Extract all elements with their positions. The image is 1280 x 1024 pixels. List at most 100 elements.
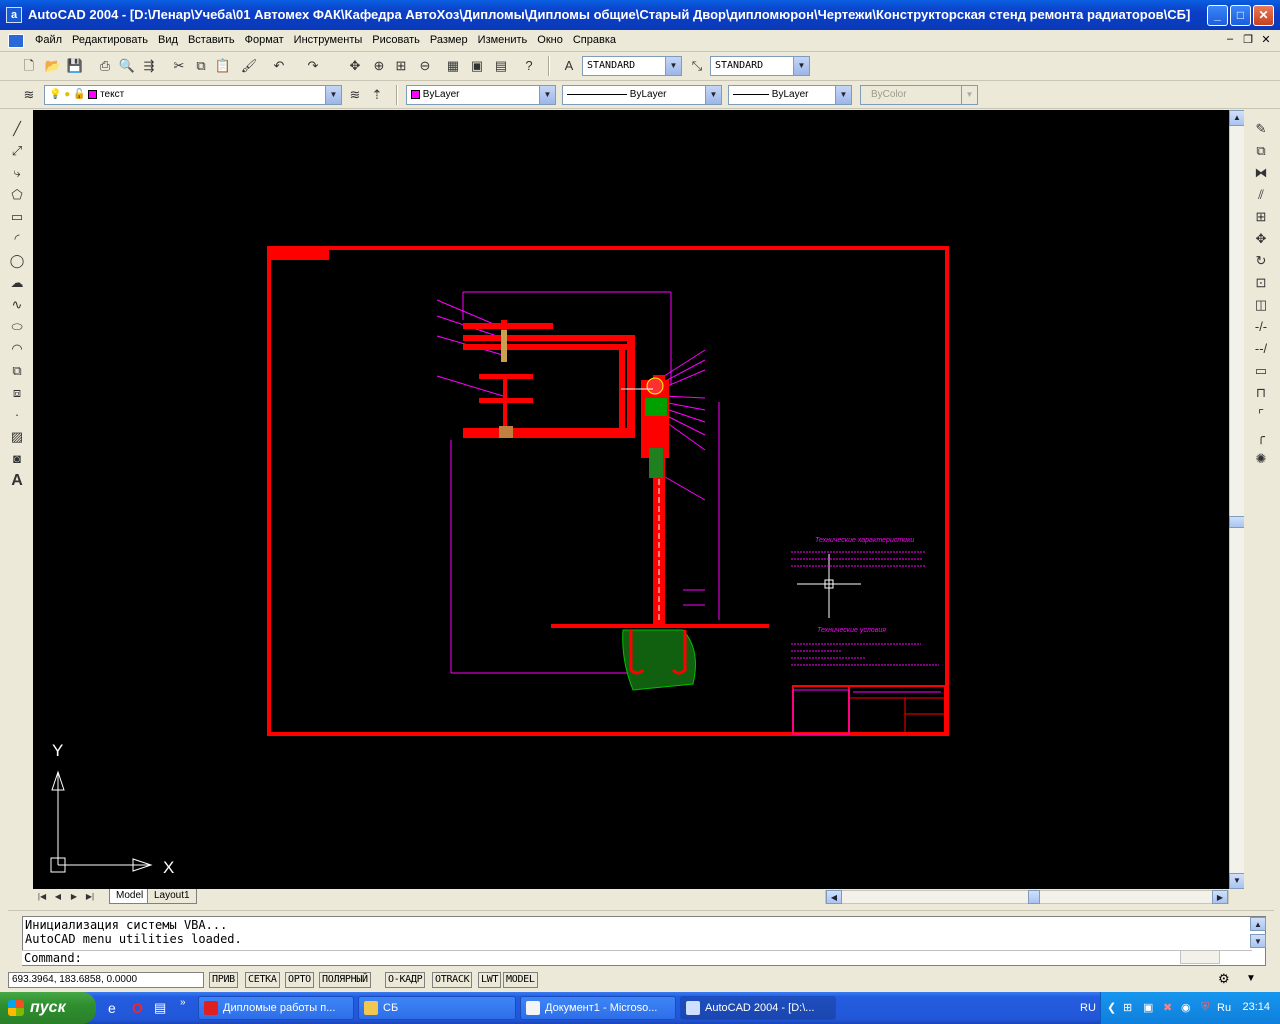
quicklaunch-doc-icon[interactable]: ▤ (154, 1000, 166, 1016)
open-icon[interactable]: 📂 (42, 55, 64, 77)
keyboard-layout-indicator[interactable]: Ru (1217, 1002, 1231, 1014)
menu-dimension[interactable]: Размер (425, 34, 473, 46)
communication-center-icon[interactable]: ⚙ (1218, 971, 1230, 987)
new-icon[interactable]: 🗋 (18, 55, 40, 77)
start-button[interactable]: пуск (0, 992, 96, 1024)
linetype-combo[interactable]: ByLayer ▼ (562, 85, 722, 105)
array-icon[interactable]: ⊞ (1250, 206, 1272, 228)
menu-view[interactable]: Вид (153, 34, 183, 46)
canvas-horizontal-scrollbar[interactable]: ◀ ▶ (825, 890, 1229, 904)
otrack-button[interactable]: OTRACK (432, 972, 473, 988)
mirror-icon[interactable]: ⧓ (1250, 162, 1272, 184)
ortho-button[interactable]: ОРТО (285, 972, 314, 988)
menu-modify[interactable]: Изменить (473, 34, 533, 46)
menu-help[interactable]: Справка (568, 34, 621, 46)
layer-previous-icon[interactable]: ⇡ (366, 84, 388, 106)
publish-icon[interactable]: ⇶ (138, 55, 160, 77)
snap-button[interactable]: ПРИВ (209, 972, 238, 988)
break-icon[interactable]: ▭ (1250, 360, 1272, 382)
preview-icon[interactable]: 🔍 (116, 55, 138, 77)
make-block-icon[interactable]: ⧈ (6, 382, 28, 404)
point-icon[interactable]: · (6, 404, 28, 426)
multiline-text-icon[interactable]: A (6, 470, 28, 492)
offset-icon[interactable]: ⫽ (1250, 184, 1272, 206)
ellipse-arc-icon[interactable]: ◠ (6, 338, 28, 360)
construction-line-icon[interactable]: ⤢ (6, 140, 28, 162)
chevron-down-icon[interactable]: ▼ (793, 57, 809, 75)
scale-icon[interactable]: ⊡ (1250, 272, 1272, 294)
doc-minimize-icon[interactable]: – (1222, 33, 1238, 45)
menu-tools[interactable]: Инструменты (289, 34, 368, 46)
erase-icon[interactable]: ✎ (1250, 118, 1272, 140)
region-icon[interactable]: ◙ (6, 448, 28, 470)
drawing-canvas[interactable]: Технические характеристики Технические у… (33, 110, 1229, 889)
spline-icon[interactable]: ∿ (6, 294, 28, 316)
menu-window[interactable]: Окно (532, 34, 568, 46)
zoom-window-icon[interactable]: ⊞ (390, 55, 412, 77)
command-scrollbar[interactable]: ▲ ▼ (1250, 917, 1266, 949)
tab-model[interactable]: Model (109, 889, 151, 904)
tool-palettes-icon[interactable]: ▤ (490, 55, 512, 77)
last-tab-icon[interactable]: ▶| (83, 889, 97, 904)
fillet-icon[interactable]: ╭ (1250, 426, 1272, 448)
hatch-icon[interactable]: ▨ (6, 426, 28, 448)
language-indicator[interactable]: RU (1080, 1002, 1096, 1014)
ie-icon[interactable]: e (108, 1000, 116, 1016)
save-icon[interactable]: 💾 (64, 55, 86, 77)
dim-style-icon[interactable]: ⤡ (686, 55, 708, 77)
polygon-icon[interactable]: ⬠ (6, 184, 28, 206)
polyline-icon[interactable]: ⤷ (6, 162, 28, 184)
rectangle-icon[interactable]: ▭ (6, 206, 28, 228)
canvas-vertical-scrollbar[interactable]: ▲ ▼ (1229, 110, 1245, 889)
zoom-previous-icon[interactable]: ⊖ (414, 55, 436, 77)
rotate-icon[interactable]: ↻ (1250, 250, 1272, 272)
lineweight-combo[interactable]: ByLayer ▼ (728, 85, 852, 105)
opera-icon[interactable]: O (132, 1000, 143, 1016)
hscroll-thumb[interactable] (1028, 890, 1040, 904)
color-combo[interactable]: ByLayer ▼ (406, 85, 556, 105)
document-icon[interactable] (8, 34, 24, 48)
layer-manager-icon[interactable]: ≋ (18, 84, 40, 106)
grid-button[interactable]: СЕТКА (245, 972, 280, 988)
tray-window-icon[interactable]: ▣ (1143, 1001, 1153, 1014)
clock[interactable]: 23:14 (1242, 1001, 1270, 1013)
command-input[interactable]: Command: (22, 950, 1252, 965)
help-icon[interactable]: ? (518, 55, 540, 77)
pan-icon[interactable]: ✥ (344, 55, 366, 77)
scroll-right-icon[interactable]: ▶ (1212, 890, 1228, 904)
chamfer-icon[interactable]: ⌜ (1250, 404, 1272, 426)
designcenter-icon[interactable]: ▣ (466, 55, 488, 77)
doc-close-icon[interactable]: ✕ (1258, 33, 1274, 46)
scroll-up-icon[interactable]: ▲ (1229, 110, 1245, 126)
tab-layout1[interactable]: Layout1 (147, 889, 197, 904)
coordinates-display[interactable]: 693.3964, 183.6858, 0.0000 (8, 972, 204, 988)
tray-network-icon[interactable]: ⊞ (1123, 1001, 1132, 1014)
trim-icon[interactable]: -/- (1250, 316, 1272, 338)
stretch-icon[interactable]: ◫ (1250, 294, 1272, 316)
ellipse-icon[interactable]: ⬭ (6, 316, 28, 338)
tray-security-icon[interactable]: ⛨ (1201, 1001, 1209, 1014)
scroll-up-icon[interactable]: ▲ (1250, 917, 1266, 931)
scroll-thumb[interactable] (1229, 516, 1245, 528)
plot-icon[interactable]: ⎙ (94, 55, 116, 77)
explode-icon[interactable]: ✺ (1250, 448, 1272, 470)
scroll-left-icon[interactable]: ◀ (826, 890, 842, 904)
command-hscroll[interactable] (1180, 950, 1220, 964)
dim-style-combo[interactable]: STANDARD ▼ (710, 56, 810, 76)
circle-icon[interactable]: ◯ (6, 250, 28, 272)
osnap-button[interactable]: О-КАДР (385, 972, 426, 988)
redo-icon[interactable]: ↷ (302, 55, 324, 77)
prev-tab-icon[interactable]: ◀ (51, 889, 65, 904)
doc-restore-icon[interactable]: ❐ (1240, 33, 1256, 46)
menu-format[interactable]: Формат (240, 34, 289, 46)
tray-shield-icon[interactable]: ✖ (1163, 1001, 1172, 1014)
layer-combo[interactable]: 💡 ● 🔓 текст ▼ (44, 85, 342, 105)
quicklaunch-more-icon[interactable]: » (180, 997, 186, 1008)
task-word[interactable]: Документ1 - Microso... (520, 996, 676, 1020)
extend-icon[interactable]: --/ (1250, 338, 1272, 360)
autocad-app-icon[interactable]: a (6, 7, 22, 23)
text-style-icon[interactable]: A (558, 55, 580, 77)
paste-icon[interactable]: 📋 (212, 55, 234, 77)
minimize-button[interactable]: _ (1207, 5, 1228, 26)
join-icon[interactable]: ⊓ (1250, 382, 1272, 404)
